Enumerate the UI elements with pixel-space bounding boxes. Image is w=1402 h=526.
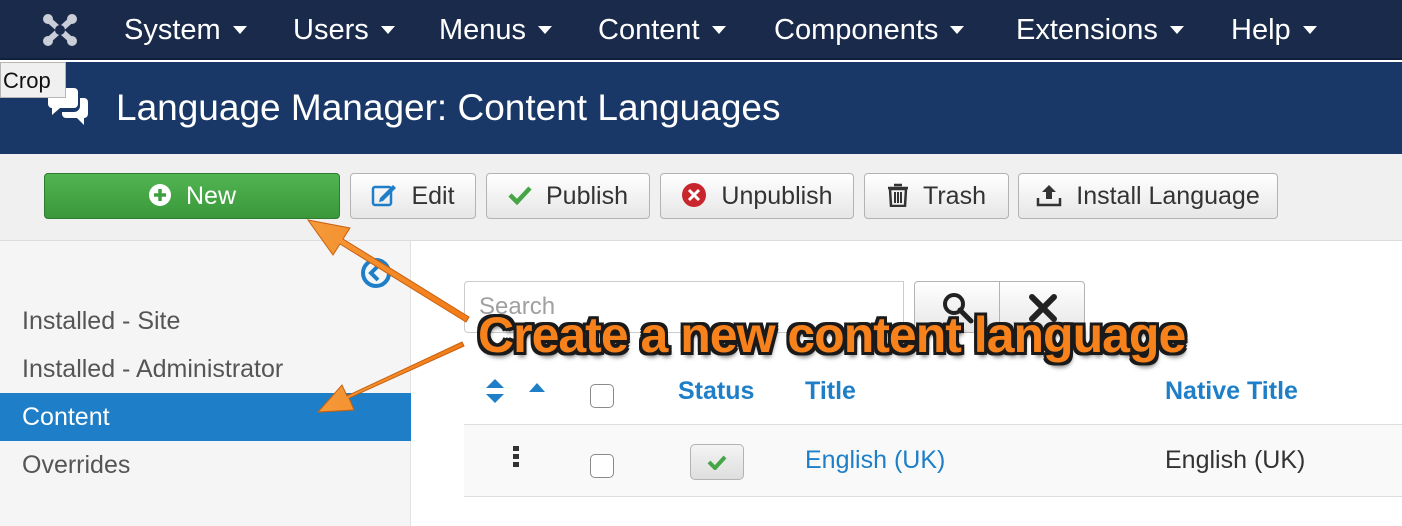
caret-down-icon [1302,26,1317,35]
trash-icon [888,184,908,208]
page-title: Language Manager: Content Languages [116,87,781,128]
top-navbar: System Users Menus Content Components Ex… [0,0,1402,60]
menu-content[interactable]: Content [598,0,726,60]
sidebar: Installed - Site Installed - Administrat… [0,241,411,526]
trash-button[interactable]: Trash [864,173,1009,219]
status-toggle-button[interactable] [690,444,744,480]
edit-button-label: Edit [411,182,455,210]
caret-down-icon [1169,26,1184,35]
check-icon [508,186,532,206]
row-native-title: English (UK) [1165,446,1306,474]
new-button-label: New [185,182,236,210]
menu-menus[interactable]: Menus [439,0,553,60]
column-header-status[interactable]: Status [678,376,754,406]
column-header-native-title[interactable]: Native Title [1165,376,1298,406]
page-header: Language Manager: Content Languages [0,62,1402,154]
drag-handle-icon[interactable] [513,446,519,468]
sidebar-item-installed-site[interactable]: Installed - Site [0,297,411,345]
annotation-callout: Create a new content language [478,307,1186,363]
row-checkbox[interactable] [590,454,614,478]
menu-users[interactable]: Users [293,0,395,60]
install-language-button[interactable]: Install Language [1018,173,1278,219]
upload-icon [1037,185,1062,207]
caret-down-icon [711,26,726,35]
publish-button-label: Publish [546,182,628,210]
toolbar: New Edit Publish Unpublish Trash Install… [0,154,1402,241]
sidebar-toggle-icon[interactable] [360,257,392,289]
check-icon [707,455,727,470]
publish-button[interactable]: Publish [486,173,650,219]
plus-circle-icon [148,184,171,207]
trash-button-label: Trash [923,182,986,210]
joomla-logo-icon[interactable] [40,12,80,48]
caret-down-icon [950,26,965,35]
caret-down-icon [538,26,553,35]
crop-tooltip: Crop [0,62,66,98]
sidebar-item-installed-administrator[interactable]: Installed - Administrator [0,345,411,393]
menu-components[interactable]: Components [774,0,965,60]
remove-circle-icon [682,183,707,208]
menu-help[interactable]: Help [1231,0,1317,60]
edit-icon [372,185,397,207]
row-title-link[interactable]: English (UK) [805,444,945,476]
ordering-icon[interactable] [484,378,506,404]
new-button[interactable]: New [44,173,340,219]
unpublish-button[interactable]: Unpublish [660,173,854,219]
sidebar-item-content[interactable]: Content [0,393,411,441]
select-all-checkbox[interactable] [590,384,614,408]
unpublish-button-label: Unpublish [721,182,833,210]
caret-down-icon [380,26,395,35]
menu-extensions[interactable]: Extensions [1016,0,1184,60]
column-header-title[interactable]: Title [805,376,856,406]
caret-down-icon [232,26,247,35]
install-language-button-label: Install Language [1076,182,1260,210]
sort-up-icon[interactable] [528,382,546,394]
edit-button[interactable]: Edit [350,173,476,219]
menu-system[interactable]: System [124,0,247,60]
sidebar-item-overrides[interactable]: Overrides [0,441,411,489]
